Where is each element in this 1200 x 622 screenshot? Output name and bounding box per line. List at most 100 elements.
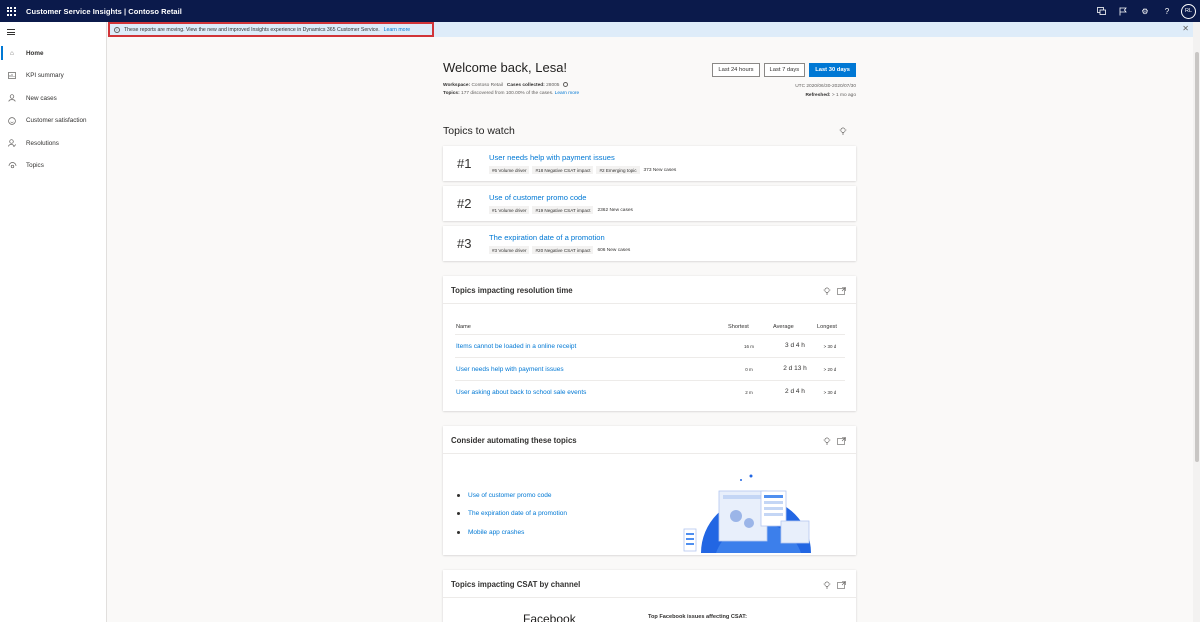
list-item-link[interactable]: Mobile app crashes: [468, 523, 567, 542]
range-button-24h[interactable]: Last 24 hours: [712, 63, 760, 77]
new-cases-count: 606 New cases: [597, 247, 631, 253]
card-divider: [443, 453, 856, 454]
longest-value: > 20 d: [823, 367, 837, 372]
sidebar-item-topics[interactable]: Topics: [0, 155, 106, 178]
table-row: User needs help with payment issues 0 m …: [455, 357, 845, 380]
banner-learn-more-link[interactable]: Learn more: [384, 27, 411, 33]
page-title: Welcome back, Lesa!: [443, 60, 568, 75]
time-range-selector: Last 24 hours Last 7 days Last 30 days: [712, 63, 856, 77]
new-cases-count: 2362 New cases: [597, 207, 633, 213]
info-icon[interactable]: [562, 82, 568, 87]
topic-rank: #2: [457, 196, 472, 211]
channel-issues-heading: Top Facebook issues affecting CSAT:: [648, 614, 747, 620]
topic-chip: #19 Negative CSAT impact: [532, 206, 594, 214]
automation-illustration: [683, 474, 811, 553]
sidebar: ⌂ Home KPI summary New cases Customer sa…: [0, 22, 107, 622]
lightbulb-icon[interactable]: [823, 581, 831, 591]
longest-value: > 30 d: [823, 344, 837, 349]
sidebar-item-label: New cases: [26, 94, 57, 102]
column-header-average: Average: [773, 324, 794, 330]
scroll-thumb[interactable]: [1194, 52, 1199, 462]
app-title: Customer Service Insights | Contoso Reta…: [26, 6, 182, 16]
topic-card[interactable]: #2 Use of customer promo code #1 Volume …: [443, 186, 856, 221]
flag-icon[interactable]: [1112, 0, 1134, 22]
longest-value: > 30 d: [823, 390, 837, 395]
sidebar-item-label: Topics: [26, 162, 44, 170]
topic-chip: #6 Volume driver: [489, 166, 530, 174]
settings-icon[interactable]: ⚙: [1134, 0, 1156, 22]
notification-banner: i These reports are moving. View the new…: [108, 22, 1193, 37]
sidebar-item-customer-satisfaction[interactable]: Customer satisfaction: [0, 110, 106, 133]
person-icon: [7, 94, 17, 102]
app-launcher-icon[interactable]: [0, 0, 22, 22]
workspace-value: Contoso Retail: [471, 82, 503, 88]
smile-icon: [7, 116, 17, 125]
topic-chip: #2 Emerging topic: [596, 166, 640, 174]
card-title: Consider automating these topics: [451, 436, 577, 445]
expand-icon[interactable]: [837, 287, 846, 297]
column-header-name: Name: [456, 324, 471, 330]
shortest-value: 2 m: [745, 390, 753, 395]
column-header-longest: Longest: [817, 324, 837, 330]
average-value: 2 d 13 h: [783, 365, 807, 372]
topics-learn-more-link[interactable]: Learn more: [555, 91, 580, 96]
range-button-30d[interactable]: Last 30 days: [809, 63, 856, 77]
topic-link[interactable]: Items cannot be loaded in a online recei…: [456, 343, 576, 350]
card-divider: [443, 597, 856, 598]
lightbulb-icon[interactable]: [839, 127, 847, 135]
topics-label: Topics:: [443, 91, 460, 96]
share-icon[interactable]: [1090, 0, 1112, 22]
topic-card[interactable]: #3 The expiration date of a promotion #3…: [443, 226, 856, 261]
card-title: Topics impacting resolution time: [451, 286, 573, 295]
top-bar: Customer Service Insights | Contoso Reta…: [0, 0, 1200, 22]
sidebar-item-label: Customer satisfaction: [26, 117, 87, 125]
automating-topics-card: Consider automating these topics Use of …: [443, 426, 856, 555]
shortest-value: 0 m: [745, 367, 753, 372]
topic-name-link[interactable]: Use of customer promo code: [489, 193, 587, 202]
topic-chip: #18 Negative CSAT impact: [532, 166, 594, 174]
list-item-link[interactable]: The expiration date of a promotion: [468, 505, 567, 524]
topic-rank: #3: [457, 236, 472, 251]
banner-message: i These reports are moving. View the new…: [108, 22, 434, 37]
topic-link[interactable]: User asking about back to school sale ev…: [456, 389, 586, 396]
sidebar-item-home[interactable]: ⌂ Home: [0, 42, 106, 65]
scrollbar[interactable]: [1193, 22, 1200, 622]
topic-chip: #20 Negative CSAT impact: [532, 246, 594, 254]
topic-card[interactable]: #1 User needs help with payment issues #…: [443, 146, 856, 181]
range-button-7d[interactable]: Last 7 days: [763, 63, 806, 77]
expand-icon[interactable]: [837, 437, 846, 447]
topic-rank: #1: [457, 156, 472, 171]
lightbulb-icon[interactable]: [823, 287, 831, 297]
column-header-shortest: Shortest: [728, 324, 749, 330]
topic-name-link[interactable]: User needs help with payment issues: [489, 153, 615, 162]
table-row: User asking about back to school sale ev…: [455, 380, 845, 403]
chart-icon: [7, 72, 17, 80]
cases-label: Cases collected:: [506, 82, 545, 88]
topics-to-watch-title: Topics to watch: [443, 125, 515, 137]
card-title: Topics impacting CSAT by channel: [451, 580, 581, 589]
topic-link[interactable]: User needs help with payment issues: [456, 366, 564, 373]
resolution-icon: [7, 139, 17, 148]
shortest-value: 16 m: [743, 344, 754, 349]
sidebar-item-label: Home: [26, 49, 44, 57]
sidebar-item-new-cases[interactable]: New cases: [0, 87, 106, 110]
topic-name-link[interactable]: The expiration date of a promotion: [489, 233, 605, 242]
close-icon[interactable]: ✕: [1182, 24, 1189, 33]
refreshed-label: Refreshed:: [805, 93, 831, 98]
new-cases-count: 373 New cases: [643, 167, 677, 173]
topic-chip: #1 Volume driver: [489, 206, 530, 214]
hamburger-menu-icon[interactable]: [0, 22, 106, 42]
card-divider: [443, 303, 856, 304]
topic-chip: #3 Volume driver: [489, 246, 530, 254]
resolution-time-card: Topics impacting resolution time Name Sh…: [443, 276, 856, 411]
sidebar-item-kpi-summary[interactable]: KPI summary: [0, 65, 106, 88]
date-range: UTC 2020/06/30-2020/07/30: [795, 84, 856, 89]
list-item-link[interactable]: Use of customer promo code: [468, 486, 567, 505]
sidebar-item-label: Resolutions: [26, 139, 59, 147]
avatar[interactable]: RL: [1181, 3, 1196, 19]
topics-icon: [7, 161, 17, 170]
lightbulb-icon[interactable]: [823, 437, 831, 447]
expand-icon[interactable]: [837, 581, 846, 591]
help-icon[interactable]: ?: [1156, 0, 1178, 22]
sidebar-item-resolutions[interactable]: Resolutions: [0, 132, 106, 155]
